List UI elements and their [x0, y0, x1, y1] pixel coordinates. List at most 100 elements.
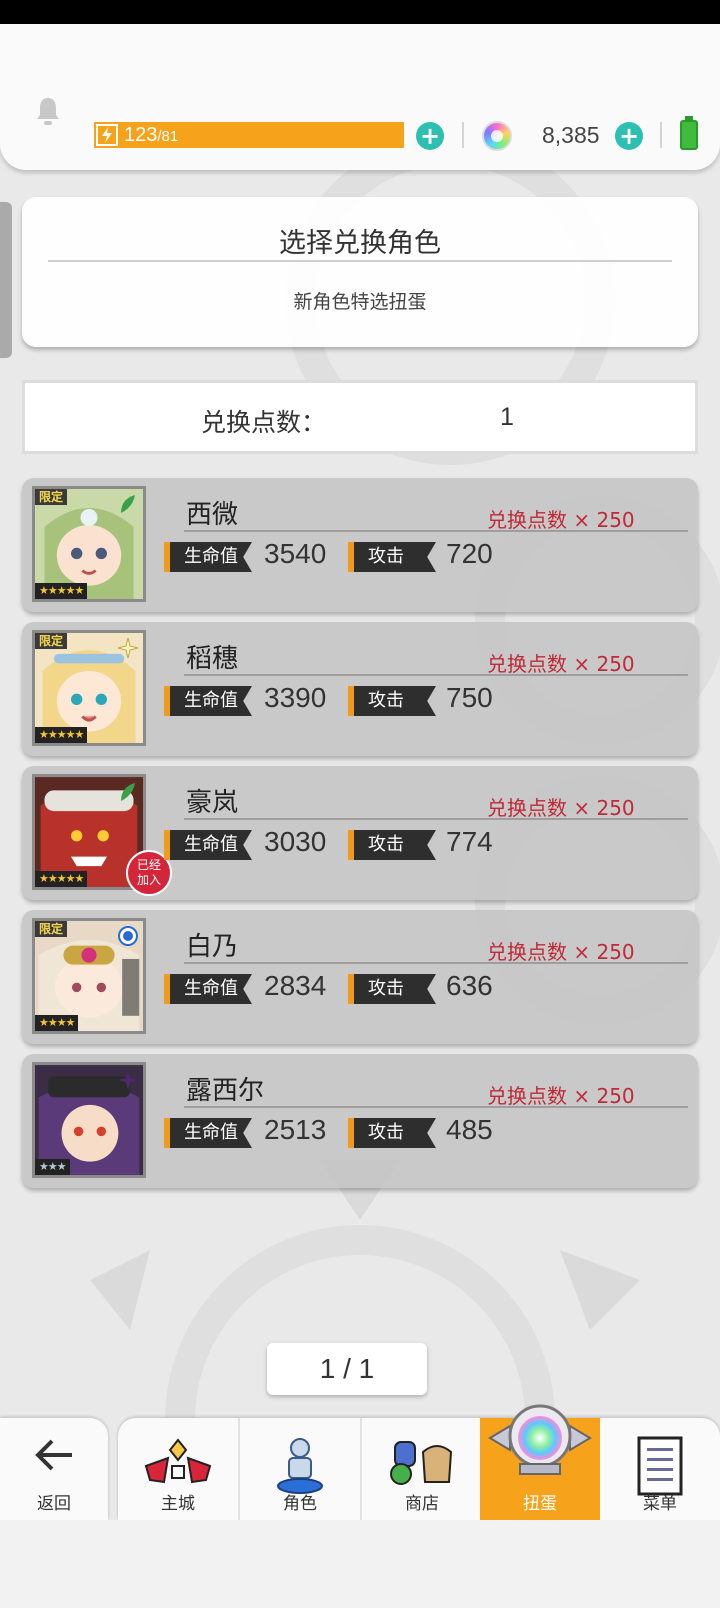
character-card[interactable]: 限定 ★★★★ 白乃 兑换点数 × 250 生命值 2834 攻击 636 — [22, 910, 698, 1044]
attack-label: 攻击 — [348, 974, 436, 1004]
title-card: 选择兑换角色 新角色特选扭蛋 — [22, 197, 698, 347]
star-rating: ★★★★★ — [35, 727, 88, 743]
attack-label: 攻击 — [348, 1118, 436, 1148]
menu-list-icon — [637, 1436, 683, 1496]
nav-item-gacha[interactable]: 扭蛋 — [480, 1404, 600, 1520]
character-card[interactable]: ★★★★★ 已经 加入 豪岚 兑换点数 × 250 生命值 3030 攻击 774 — [22, 766, 698, 900]
character-card[interactable]: 限定 ★★★★★ 西微 兑换点数 × 250 生命值 3540 攻击 720 — [22, 478, 698, 612]
nav-item-shop[interactable]: 商店 — [362, 1418, 482, 1520]
exchange-cost: 兑换点数 × 250 — [487, 1084, 635, 1108]
card-divider — [184, 674, 688, 676]
system-nav-area — [0, 1520, 720, 1608]
nav-item-menu[interactable]: 菜单 — [600, 1418, 720, 1520]
lightning-icon — [96, 124, 118, 146]
divider — [660, 122, 662, 148]
exchange-points-value: 1 — [500, 403, 514, 431]
star-rating: ★★★ — [35, 1159, 70, 1175]
character-card[interactable]: 限定 ★★★★★ 稻穗 兑换点数 × 250 生命值 3390 攻击 750 — [22, 622, 698, 756]
add-energy-button[interactable]: + — [416, 122, 444, 150]
character-name: 稻穗 — [186, 644, 239, 674]
attack-value: 750 — [446, 682, 493, 713]
castle-icon — [144, 1438, 212, 1484]
character-card[interactable]: ★★★ 露西尔 兑换点数 × 250 生命值 2513 攻击 485 — [22, 1054, 698, 1188]
top-resource-bar — [0, 24, 720, 170]
limited-badge: 限定 — [35, 489, 68, 505]
hp-value: 2834 — [264, 970, 327, 1001]
add-gem-button[interactable]: + — [615, 122, 643, 150]
hp-label: 生命值 — [164, 542, 252, 572]
energy-current: 123 — [124, 123, 158, 146]
character-portrait: ★★★ — [32, 1062, 146, 1178]
divider — [462, 122, 464, 148]
page-indicator[interactable]: 1 / 1 — [267, 1343, 427, 1395]
character-portrait: 限定 ★★★★ — [32, 918, 146, 1034]
star-rating: ★★★★★ — [35, 583, 88, 599]
hp-label: 生命值 — [164, 1118, 252, 1148]
bell-icon[interactable] — [34, 96, 62, 126]
rainbow-gem-icon — [482, 121, 512, 151]
nav-label: 角色 — [283, 1494, 317, 1514]
side-pull-tab[interactable] — [0, 202, 12, 358]
dark-star-icon — [118, 1070, 138, 1090]
energy-max: /81 — [157, 127, 179, 145]
character-name: 露西尔 — [186, 1076, 265, 1106]
nav-item-character[interactable]: 角色 — [240, 1418, 360, 1520]
leaf-icon — [121, 783, 135, 801]
page-title: 选择兑换角色 — [279, 228, 441, 259]
exchange-cost: 兑换点数 × 250 — [487, 508, 635, 532]
exchange-points-label: 兑换点数： — [201, 408, 327, 437]
sparkle-icon — [117, 637, 139, 659]
back-label: 返回 — [37, 1494, 71, 1514]
limited-badge: 限定 — [35, 633, 68, 649]
exchange-cost: 兑换点数 × 250 — [487, 652, 635, 676]
gem-count: 8,385 — [542, 122, 600, 148]
battery-icon — [680, 116, 698, 150]
attack-value: 720 — [446, 538, 493, 569]
nav-label: 扭蛋 — [523, 1494, 557, 1514]
hp-value: 3030 — [264, 826, 327, 857]
character-name: 白乃 — [186, 932, 239, 962]
shop-icon — [390, 1441, 453, 1485]
character-name: 西微 — [186, 500, 239, 530]
attack-label: 攻击 — [348, 830, 436, 860]
nav-item-castle[interactable]: 主城 — [118, 1418, 238, 1520]
hp-label: 生命值 — [164, 686, 252, 716]
hp-label: 生命值 — [164, 974, 252, 1004]
card-divider — [184, 1106, 688, 1108]
nav-label: 菜单 — [643, 1494, 677, 1514]
hp-value: 2513 — [264, 1114, 327, 1145]
character-icon — [277, 1438, 323, 1494]
status-bar — [0, 0, 720, 24]
attack-value: 774 — [446, 826, 493, 857]
hp-value: 3540 — [264, 538, 327, 569]
attack-value: 485 — [446, 1114, 493, 1145]
page-subtitle: 新角色特选扭蛋 — [293, 291, 427, 313]
title-divider — [48, 260, 672, 262]
hp-label: 生命值 — [164, 830, 252, 860]
character-name: 豪岚 — [186, 788, 239, 818]
exchange-cost: 兑换点数 × 250 — [487, 796, 635, 820]
hp-value: 3390 — [264, 682, 327, 713]
main-nav: 主城 角色 商店 扭蛋 菜单 — [118, 1404, 720, 1520]
attack-label: 攻击 — [348, 542, 436, 572]
leaf-icon — [121, 495, 135, 513]
energy-value: 123/81 — [124, 124, 178, 147]
bottom-nav: 返回 主城 角色 商店 扭蛋 菜单 — [0, 1404, 720, 1520]
back-arrow-icon — [35, 1439, 72, 1471]
nav-label: 主城 — [161, 1494, 195, 1514]
character-portrait: 限定 ★★★★★ — [32, 486, 146, 602]
star-rating: ★★★★★ — [35, 871, 88, 887]
exchange-cost: 兑换点数 × 250 — [487, 940, 635, 964]
card-divider — [184, 962, 688, 964]
exchange-points-box: 兑换点数： 1 — [22, 380, 698, 454]
gacha-icon — [488, 1404, 592, 1475]
nav-label: 商店 — [405, 1494, 439, 1514]
back-button[interactable]: 返回 — [0, 1418, 108, 1520]
character-portrait: 限定 ★★★★★ — [32, 630, 146, 746]
card-divider — [184, 530, 688, 532]
limited-badge: 限定 — [35, 921, 68, 937]
attack-label: 攻击 — [348, 686, 436, 716]
water-orb-icon — [118, 926, 138, 946]
card-divider — [184, 818, 688, 820]
energy-bar: 123/81 — [94, 122, 404, 148]
